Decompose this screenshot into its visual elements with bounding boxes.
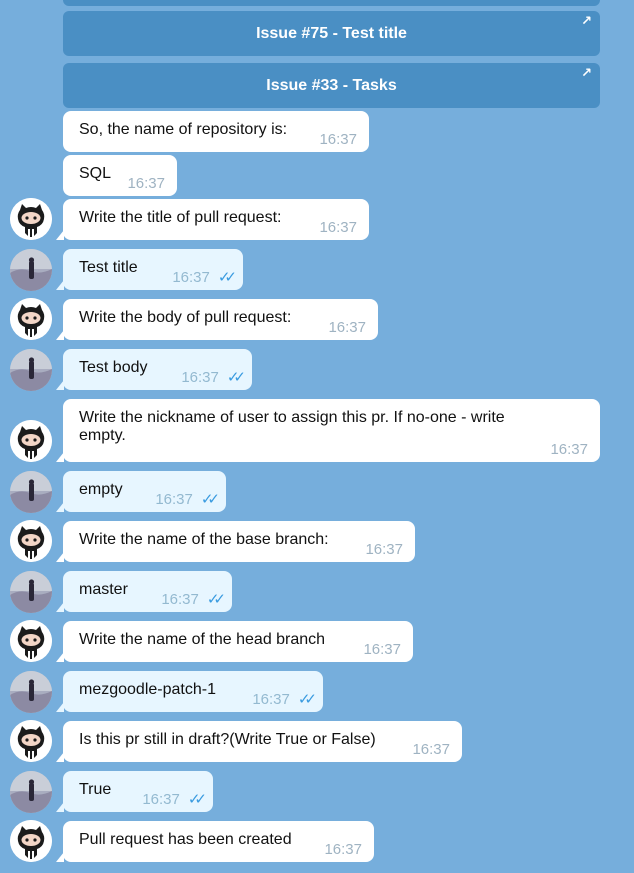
keyboard-button-label: Issue #75 - Test title: [256, 24, 407, 42]
github-octocat-icon[interactable]: [10, 420, 52, 462]
message-time: 16:37: [319, 219, 357, 236]
message-text: Write the name of the base branch:: [79, 531, 329, 548]
keyboard-button-label: Issue #33 - Tasks: [266, 76, 397, 94]
double-check-icon: ✓✓: [206, 591, 226, 608]
double-check-icon: ✓✓: [200, 491, 220, 508]
github-octocat-icon[interactable]: [10, 620, 52, 662]
message-text: Write the nickname of user to assign thi…: [79, 409, 505, 444]
github-octocat-icon[interactable]: [10, 198, 52, 240]
double-check-icon: ✓✓: [217, 269, 237, 286]
message-text: True: [79, 781, 112, 798]
message-time: 16:37: [161, 590, 199, 608]
user-message[interactable]: empty 16:37 ✓✓: [56, 471, 226, 512]
message-text: master: [79, 581, 128, 598]
user-message[interactable]: mezgoodle-patch-1 16:37 ✓✓: [56, 671, 323, 712]
message-text: empty: [79, 481, 123, 498]
message-text: Write the body of pull request:: [79, 309, 292, 326]
message-time: 16:37: [412, 741, 450, 758]
bot-message[interactable]: SQL 16:37: [63, 155, 177, 196]
bot-message[interactable]: Write the title of pull request: 16:37: [56, 199, 369, 240]
arrow-up-right-icon: ↗: [581, 65, 592, 80]
bot-message[interactable]: Write the body of pull request: 16:37: [56, 299, 378, 340]
message-time: 16:37: [319, 131, 357, 148]
message-text: Write the title of pull request:: [79, 209, 282, 226]
keyboard-button-issue-33[interactable]: Issue #33 - Tasks ↗: [63, 63, 600, 108]
user-message[interactable]: True 16:37 ✓✓: [56, 771, 213, 812]
bot-message[interactable]: Write the nickname of user to assign thi…: [56, 399, 600, 462]
double-check-icon: ✓✓: [297, 691, 317, 708]
github-octocat-icon[interactable]: [10, 820, 52, 862]
message-text: mezgoodle-patch-1: [79, 681, 216, 698]
message-time: 16:37: [142, 790, 180, 808]
user-message[interactable]: Test title 16:37 ✓✓: [56, 249, 243, 290]
message-text: Write the name of the head branch: [79, 631, 326, 648]
bot-message[interactable]: Is this pr still in draft?(Write True or…: [56, 721, 462, 762]
message-time: 16:37: [181, 368, 219, 386]
arrow-up-right-icon: ↗: [581, 13, 592, 28]
user-photo-avatar[interactable]: [10, 571, 52, 613]
user-photo-avatar[interactable]: [10, 471, 52, 513]
github-octocat-icon[interactable]: [10, 298, 52, 340]
message-time: 16:37: [252, 690, 290, 708]
message-time: 16:37: [365, 541, 403, 558]
double-check-icon: ✓✓: [226, 369, 246, 386]
message-text: So, the name of repository is:: [79, 121, 288, 138]
message-time: 16:37: [172, 268, 210, 286]
message-time: 16:37: [324, 841, 362, 858]
bot-message[interactable]: So, the name of repository is: 16:37: [63, 111, 369, 152]
message-time: 16:37: [155, 490, 193, 508]
message-text: Test body: [79, 359, 148, 376]
message-time: 16:37: [363, 641, 401, 658]
message-text: Is this pr still in draft?(Write True or…: [79, 731, 376, 748]
bot-message[interactable]: Write the name of the head branch 16:37: [56, 621, 413, 662]
user-photo-avatar[interactable]: [10, 349, 52, 391]
chat-view[interactable]: Issue #75 - Test title ↗ Issue #33 - Tas…: [0, 0, 634, 873]
bot-message[interactable]: Write the name of the base branch: 16:37: [56, 521, 415, 562]
message-time: 16:37: [550, 441, 588, 458]
message-text: Pull request has been created: [79, 831, 292, 848]
keyboard-button-partial[interactable]: [63, 0, 600, 6]
user-photo-avatar[interactable]: [10, 249, 52, 291]
message-text: Test title: [79, 259, 138, 276]
github-octocat-icon[interactable]: [10, 520, 52, 562]
double-check-icon: ✓✓: [187, 791, 207, 808]
message-time: 16:37: [328, 319, 366, 336]
message-text: SQL: [79, 165, 112, 182]
bot-message[interactable]: Pull request has been created 16:37: [56, 821, 374, 862]
user-message[interactable]: master 16:37 ✓✓: [56, 571, 232, 612]
user-photo-avatar[interactable]: [10, 771, 52, 813]
user-photo-avatar[interactable]: [10, 671, 52, 713]
user-message[interactable]: Test body 16:37 ✓✓: [56, 349, 252, 390]
keyboard-button-issue-75[interactable]: Issue #75 - Test title ↗: [63, 11, 600, 56]
github-octocat-icon[interactable]: [10, 720, 52, 762]
message-time: 16:37: [127, 175, 165, 192]
